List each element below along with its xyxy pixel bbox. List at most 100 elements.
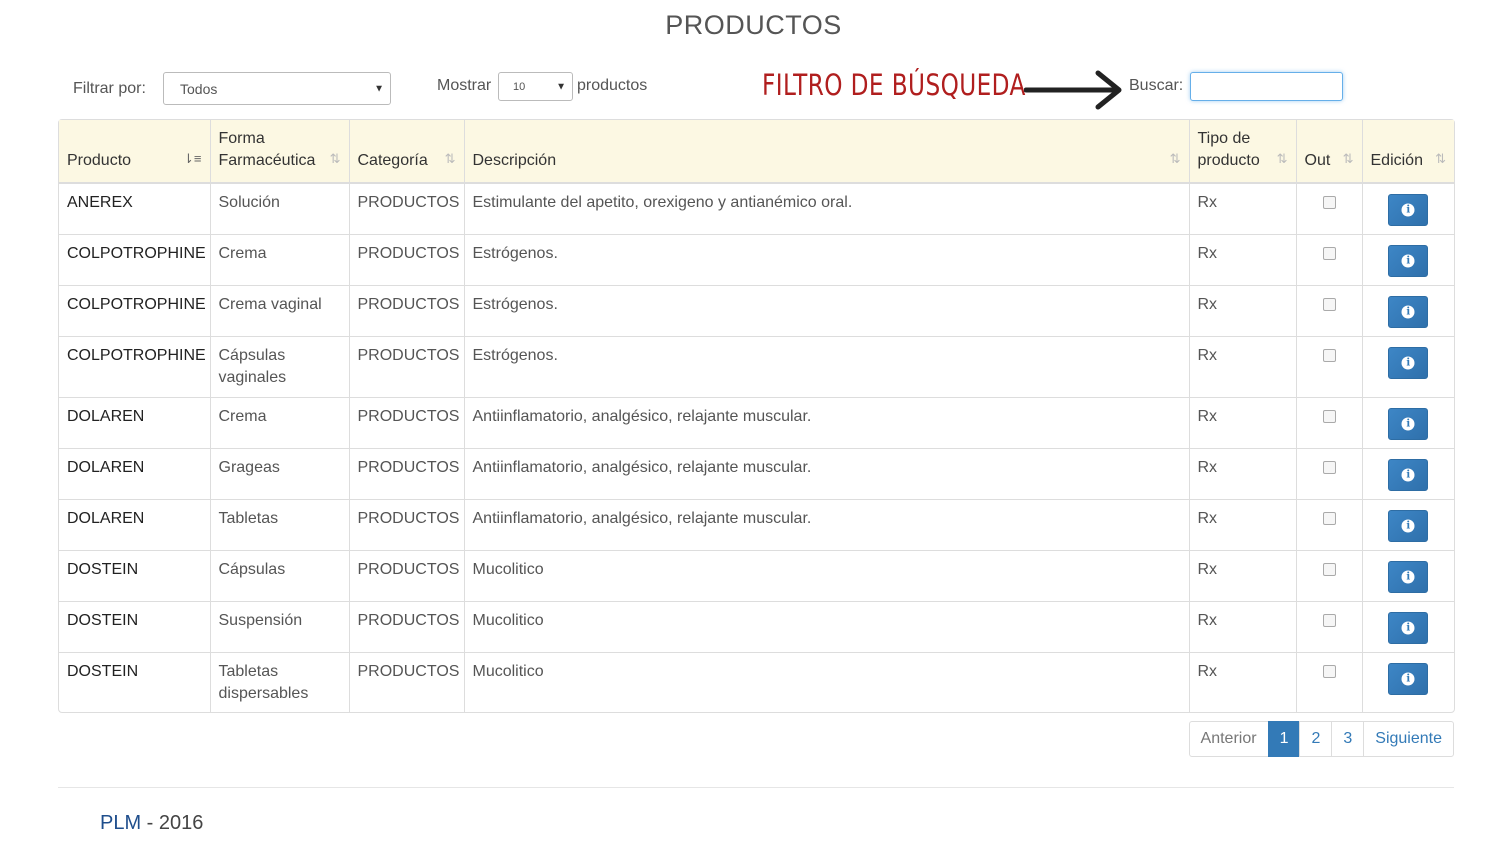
cell-descripcion: Mucolitico [463,601,1189,653]
pagination-prev[interactable]: Anterior [1188,721,1269,757]
table-row: COLPOTROPHINE Crema PRODUCTOS Estrógenos. Rx… [59,234,1454,286]
cell-forma: Tabletas [209,499,349,551]
cell-tipo: Rx [1188,183,1296,235]
cell-forma: Grageas [209,448,349,500]
out-checkbox[interactable] [1322,409,1336,423]
cell-forma: Cápsulas vaginales [209,336,349,398]
cell-tipo: Rx [1188,601,1296,653]
col-header-descripcion[interactable]: Descripción ⇅ [463,120,1189,184]
cell-forma: Crema [209,234,349,286]
out-checkbox[interactable] [1322,511,1336,525]
table-row: DOSTEIN Suspensión PRODUCTOS Mucolitico Rx i [59,601,1454,653]
cell-tipo: Rx [1188,397,1296,449]
table-header-row: Producto ⇂≡ Forma Farmacéutica ⇅ Categor… [59,120,1454,184]
col-header-out[interactable]: Out ⇅ [1295,120,1362,184]
footer-brand: PLM [100,812,142,834]
cell-descripcion: Estrógenos. [463,234,1189,286]
cell-out [1295,601,1362,653]
pagination-page-2[interactable]: 2 [1299,721,1333,757]
sort-icon: ⇅ [329,151,341,166]
info-button[interactable]: i [1388,560,1429,593]
cell-categoria: PRODUCTOS [348,285,464,337]
cell-descripcion: Mucolitico [463,550,1189,602]
info-button[interactable]: i [1388,295,1429,328]
cell-forma: Crema vaginal [209,285,349,337]
footer-divider [58,787,1454,788]
cell-out [1295,336,1362,398]
cell-forma: Cápsulas [209,550,349,602]
info-button[interactable]: i [1388,611,1429,644]
info-icon: i [1401,417,1415,430]
cell-tipo: Rx [1188,550,1296,602]
cell-descripcion: Antiinflamatorio, analgésico, relajante … [463,397,1189,449]
search-input[interactable] [1190,72,1343,101]
col-header-producto[interactable]: Producto ⇂≡ [59,120,210,184]
cell-descripcion: Estimulante del apetito, orexigeno y ant… [463,183,1189,235]
footer-year: 2016 [158,812,204,834]
page-size-value: 10 [513,80,526,93]
cell-tipo: Rx [1188,448,1296,500]
search-label: Buscar: [1129,77,1184,94]
cell-edicion: i [1361,652,1454,713]
cell-categoria: PRODUCTOS [348,397,464,449]
info-icon: i [1401,254,1415,267]
info-button[interactable]: i [1388,346,1429,379]
footer-separator: - [141,812,159,834]
cell-categoria: PRODUCTOS [348,499,464,551]
out-checkbox[interactable] [1322,348,1336,362]
cell-edicion: i [1361,550,1454,602]
out-checkbox[interactable] [1322,664,1336,678]
cell-edicion: i [1361,601,1454,653]
cell-edicion: i [1361,234,1454,286]
cell-out [1295,183,1362,235]
info-icon: i [1401,672,1415,685]
cell-tipo: Rx [1188,234,1296,286]
info-button[interactable]: i [1388,509,1429,542]
cell-edicion: i [1361,336,1454,398]
col-header-label: Edición [1370,152,1423,169]
cell-tipo: Rx [1188,285,1296,337]
out-checkbox[interactable] [1322,562,1336,576]
pagination-page-1[interactable]: 1 [1267,721,1301,757]
info-button[interactable]: i [1388,407,1429,440]
page-size-select[interactable]: 10 ▼ [498,72,573,101]
out-checkbox[interactable] [1322,613,1336,627]
info-button[interactable]: i [1388,244,1429,277]
col-header-edicion[interactable]: Edición ⇅ [1361,120,1454,184]
cell-producto: DOSTEIN [59,550,210,602]
table-row: COLPOTROPHINE Cápsulas vaginales PRODUCTOS… [59,336,1454,398]
out-checkbox[interactable] [1322,297,1336,311]
table-row: DOLAREN Tabletas PRODUCTOS Antiinflamatorio… [59,499,1454,551]
filter-label: Filtrar por: [73,80,146,97]
filter-select-value: Todos [180,80,218,97]
sort-icon: ⇅ [1169,151,1181,166]
cell-edicion: i [1361,499,1454,551]
out-checkbox[interactable] [1322,246,1336,260]
col-header-label: Producto [67,152,132,169]
col-header-categoria[interactable]: Categoría ⇅ [348,120,464,184]
cell-descripcion: Antiinflamatorio, analgésico, relajante … [463,448,1189,500]
filter-select[interactable]: Todos ▼ [163,72,391,105]
info-icon: i [1401,468,1415,481]
info-button[interactable]: i [1388,662,1429,695]
show-label: Mostrar [437,77,492,94]
cell-categoria: PRODUCTOS [348,550,464,602]
cell-out [1295,652,1362,713]
info-button[interactable]: i [1388,194,1429,226]
cell-edicion: i [1361,397,1454,449]
out-checkbox[interactable] [1322,196,1336,209]
col-header-tipo[interactable]: Tipo de producto ⇅ [1188,120,1296,184]
col-header-label: Descripción [472,152,557,169]
out-checkbox[interactable] [1322,460,1336,474]
col-header-label: Tipo de [1197,130,1251,147]
col-header-forma[interactable]: Forma Farmacéutica ⇅ [209,120,349,184]
products-table: Producto ⇂≡ Forma Farmacéutica ⇅ Categor… [59,120,1454,713]
sort-icon: ⇅ [444,151,456,166]
info-button[interactable]: i [1388,458,1429,491]
pagination-next[interactable]: Siguiente [1363,721,1454,757]
cell-producto: DOSTEIN [59,601,210,653]
info-icon: i [1401,305,1415,318]
pagination-page-3[interactable]: 3 [1331,721,1365,757]
cell-forma: Crema [209,397,349,449]
chevron-down-icon: ▼ [374,83,384,94]
